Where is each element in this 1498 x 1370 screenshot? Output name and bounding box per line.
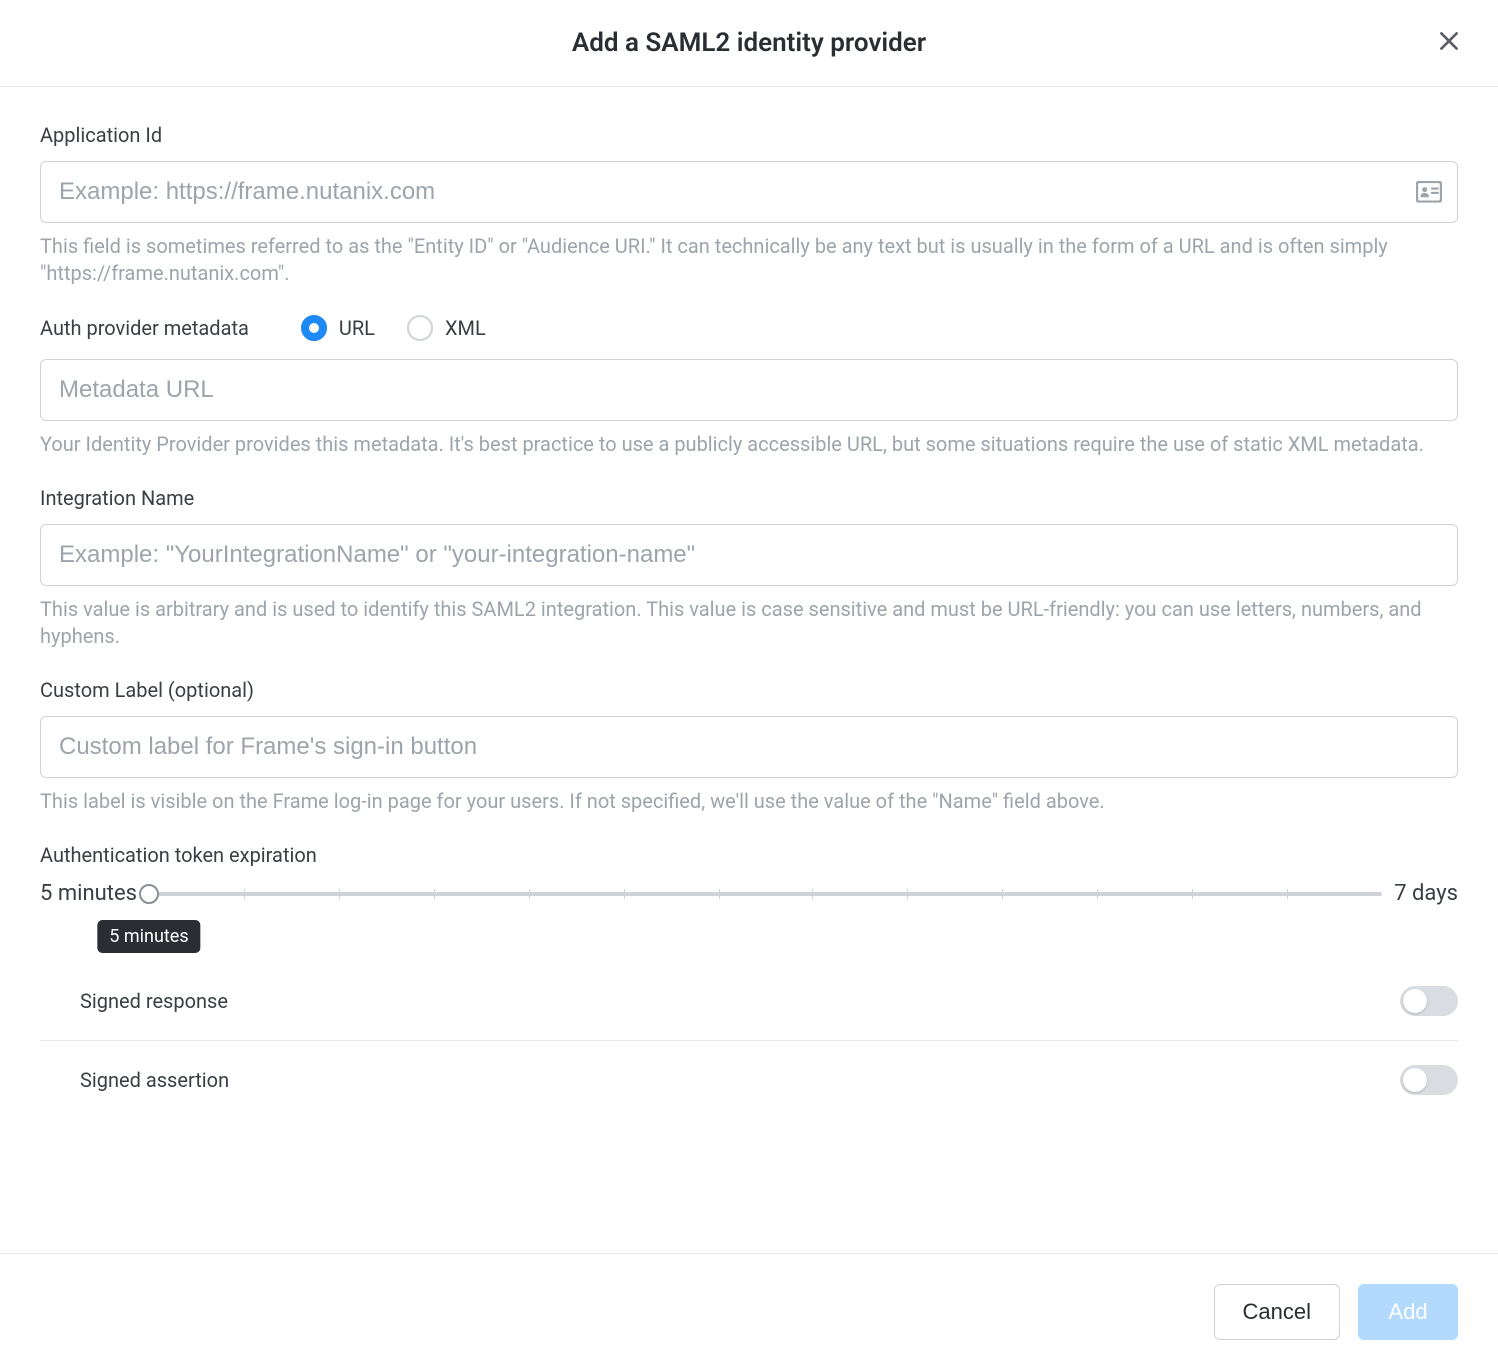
radio-xml-label: XML	[445, 316, 486, 340]
radio-icon	[407, 315, 433, 341]
token-expiration-group: Authentication token expiration 5 minute…	[40, 843, 1458, 906]
slider-tick	[529, 889, 530, 899]
auth-provider-label: Auth provider metadata	[40, 316, 249, 340]
signed-response-toggle[interactable]	[1400, 986, 1458, 1016]
metadata-url-input[interactable]	[40, 359, 1458, 421]
slider-tick	[1287, 889, 1288, 899]
signed-response-row: Signed response	[40, 962, 1458, 1041]
token-expiration-slider[interactable]: 5 minutes	[149, 892, 1382, 896]
integration-name-hint: This value is arbitrary and is used to i…	[40, 596, 1458, 650]
close-icon[interactable]	[1436, 28, 1462, 54]
slider-tick	[434, 889, 435, 899]
token-expiration-slider-row: 5 minutes 5 minutes 7	[40, 881, 1458, 906]
application-id-input-wrapper	[40, 161, 1458, 223]
slider-tick	[624, 889, 625, 899]
application-id-input[interactable]	[40, 161, 1458, 223]
slider-thumb[interactable]	[139, 884, 159, 904]
add-button[interactable]: Add	[1358, 1284, 1458, 1340]
toggle-knob	[1403, 1068, 1427, 1092]
integration-name-label: Integration Name	[40, 486, 1458, 510]
id-card-icon	[1416, 181, 1442, 203]
cancel-button[interactable]: Cancel	[1214, 1284, 1340, 1340]
toggle-knob	[1403, 989, 1427, 1013]
slider-max-label: 7 days	[1394, 881, 1458, 906]
custom-label-label: Custom Label (optional)	[40, 678, 1458, 702]
signed-assertion-row: Signed assertion	[40, 1041, 1458, 1119]
signed-assertion-toggle[interactable]	[1400, 1065, 1458, 1095]
integration-name-group: Integration Name This value is arbitrary…	[40, 486, 1458, 650]
auth-provider-radio-url[interactable]: URL	[301, 315, 375, 341]
application-id-label: Application Id	[40, 123, 1458, 147]
application-id-hint: This field is sometimes referred to as t…	[40, 233, 1458, 287]
radio-url-label: URL	[339, 316, 375, 340]
auth-provider-hint: Your Identity Provider provides this met…	[40, 431, 1458, 458]
application-id-group: Application Id This field is sometimes r…	[40, 123, 1458, 287]
slider-tick	[1002, 889, 1003, 899]
signed-response-label: Signed response	[80, 989, 228, 1013]
auth-provider-radio-row: Auth provider metadata URL XML	[40, 315, 1458, 341]
token-expiration-label: Authentication token expiration	[40, 843, 1458, 867]
custom-label-hint: This label is visible on the Frame log-i…	[40, 788, 1458, 815]
auth-provider-group: Auth provider metadata URL XML Your Iden…	[40, 315, 1458, 458]
slider-tick	[244, 889, 245, 899]
integration-name-input[interactable]	[40, 524, 1458, 586]
slider-tooltip: 5 minutes	[97, 920, 200, 953]
slider-tick	[812, 889, 813, 899]
slider-tick	[1192, 889, 1193, 899]
slider-tick	[907, 889, 908, 899]
modal-footer: Cancel Add	[0, 1253, 1498, 1370]
modal-header: Add a SAML2 identity provider	[0, 0, 1498, 87]
toggle-section: Signed response Signed assertion	[40, 962, 1458, 1119]
slider-min-label: 5 minutes	[40, 881, 137, 906]
saml2-modal: Add a SAML2 identity provider Applicatio…	[0, 0, 1498, 1370]
slider-tick	[1097, 889, 1098, 899]
auth-provider-radio-xml[interactable]: XML	[407, 315, 486, 341]
custom-label-group: Custom Label (optional) This label is vi…	[40, 678, 1458, 815]
custom-label-input[interactable]	[40, 716, 1458, 778]
modal-body: Application Id This field is sometimes r…	[0, 87, 1498, 1253]
slider-tick	[339, 889, 340, 899]
signed-assertion-label: Signed assertion	[80, 1068, 229, 1092]
radio-icon	[301, 315, 327, 341]
slider-tick	[719, 889, 720, 899]
modal-title: Add a SAML2 identity provider	[572, 28, 926, 58]
